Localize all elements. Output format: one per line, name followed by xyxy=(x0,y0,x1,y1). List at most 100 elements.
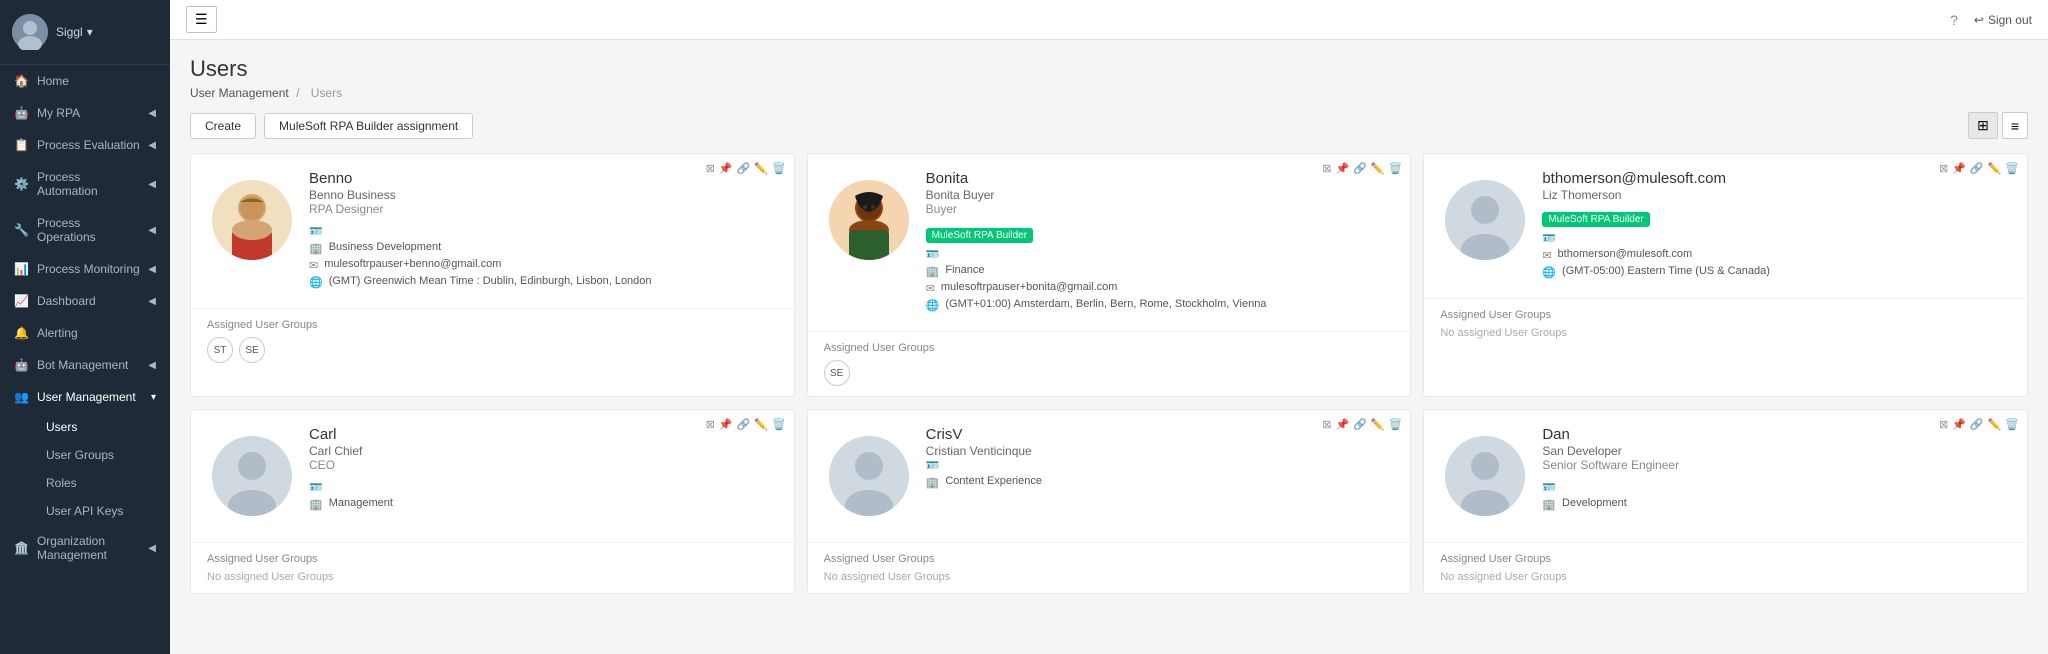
delete-icon[interactable]: 🗑️ xyxy=(2005,418,2019,431)
main-area: ☰ ? ↩ Sign out Users User Management / U… xyxy=(170,0,2048,654)
id-icon: 🪪 xyxy=(926,248,940,261)
edit-icon[interactable]: ✏️ xyxy=(1371,418,1385,431)
topbar: ☰ ? ↩ Sign out xyxy=(170,0,2048,40)
filter-icon[interactable]: ⊠ xyxy=(706,418,715,431)
filter-icon[interactable]: ⊠ xyxy=(1322,418,1331,431)
building-icon: 🏢 xyxy=(926,265,940,278)
user-org-bthomerson: Liz Thomerson xyxy=(1542,188,2011,202)
sidebar-item-process-automation[interactable]: ⚙️ Process Automation ◀ xyxy=(0,161,170,207)
mulesoft-badge-bthomerson: MuleSoft RPA Builder xyxy=(1542,212,1649,227)
pin-icon[interactable]: 📌 xyxy=(1952,418,1966,431)
user-email-bonita: ✉ mulesoftrpauser+bonita@gmail.com xyxy=(926,281,1395,295)
sidebar-username: Siggl ▾ xyxy=(56,25,93,39)
chevron-icon: ◀ xyxy=(148,264,156,275)
monitoring-icon: 📊 xyxy=(14,262,29,276)
list-view-button[interactable]: ≡ xyxy=(2002,112,2028,139)
card-footer-dan: Assigned User Groups No assigned User Gr… xyxy=(1424,542,2027,593)
filter-icon[interactable]: ⊠ xyxy=(1939,162,1948,175)
card-info-crisv: CrisV Cristian Venticinque 🪪 🏢 Content E… xyxy=(926,426,1395,526)
user-timezone-bthomerson: 🌐 (GMT-05:00) Eastern Time (US & Canada) xyxy=(1542,265,2011,279)
no-groups-dan: No assigned User Groups xyxy=(1440,571,2011,583)
create-button[interactable]: Create xyxy=(190,113,256,139)
breadcrumb-parent[interactable]: User Management xyxy=(190,86,289,100)
pin-icon[interactable]: 📌 xyxy=(719,162,733,175)
sidebar-item-dashboard[interactable]: 📈 Dashboard ◀ xyxy=(0,285,170,317)
link-icon[interactable]: 🔗 xyxy=(1353,162,1367,175)
card-footer-bthomerson: Assigned User Groups No assigned User Gr… xyxy=(1424,298,2027,349)
delete-icon[interactable]: 🗑️ xyxy=(772,418,786,431)
avatar-img-bonita xyxy=(829,180,909,260)
link-icon[interactable]: 🔗 xyxy=(1353,418,1367,431)
edit-icon[interactable]: ✏️ xyxy=(1988,162,2002,175)
edit-icon[interactable]: ✏️ xyxy=(754,162,768,175)
automation-icon: ⚙️ xyxy=(14,177,29,191)
sidebar-item-user-api-keys[interactable]: User API Keys xyxy=(32,497,170,525)
filter-icon[interactable]: ⊠ xyxy=(1939,418,1948,431)
sidebar-item-user-management[interactable]: 👥 User Management ▾ xyxy=(0,381,170,413)
sidebar: Siggl ▾ 🏠 Home 🤖 My RPA ◀ 📋 Process Eval… xyxy=(0,0,170,654)
globe-icon: 🌐 xyxy=(309,276,323,289)
filter-icon[interactable]: ⊠ xyxy=(706,162,715,175)
breadcrumb: User Management / Users xyxy=(190,86,2028,100)
id-icon: 🪪 xyxy=(1542,481,1556,494)
edit-icon[interactable]: ✏️ xyxy=(754,418,768,431)
card-avatar-carl xyxy=(207,426,297,526)
assigned-groups-label: Assigned User Groups xyxy=(1440,553,2011,565)
user-id-dan: 🪪 xyxy=(1542,480,2011,494)
assigned-groups-label: Assigned User Groups xyxy=(207,553,778,565)
avatar-img-crisv xyxy=(829,436,909,516)
card-toolbar-benno: ⊠ 📌 🔗 ✏️ 🗑️ xyxy=(706,162,786,175)
link-icon[interactable]: 🔗 xyxy=(737,418,751,431)
sidebar-item-alerting[interactable]: 🔔 Alerting xyxy=(0,317,170,349)
group-badge-st[interactable]: ST xyxy=(207,337,233,363)
edit-icon[interactable]: ✏️ xyxy=(1371,162,1385,175)
pin-icon[interactable]: 📌 xyxy=(719,418,733,431)
sidebar-item-process-monitoring[interactable]: 📊 Process Monitoring ◀ xyxy=(0,253,170,285)
user-card-crisv: ⊠ 📌 🔗 ✏️ 🗑️ xyxy=(807,409,1412,594)
action-bar: Create MuleSoft RPA Builder assignment ⊞… xyxy=(190,112,2028,139)
sidebar-item-my-rpa[interactable]: 🤖 My RPA ◀ xyxy=(0,97,170,129)
sidebar-item-users[interactable]: Users xyxy=(32,413,170,441)
sign-out-button[interactable]: ↩ Sign out xyxy=(1974,13,2032,27)
pin-icon[interactable]: 📌 xyxy=(1336,162,1350,175)
user-dept-bonita: 🏢 Finance xyxy=(926,264,1395,278)
sidebar-item-user-groups[interactable]: User Groups xyxy=(32,441,170,469)
card-avatar-bthomerson xyxy=(1440,170,1530,270)
sidebar-item-roles[interactable]: Roles xyxy=(32,469,170,497)
delete-icon[interactable]: 🗑️ xyxy=(2005,162,2019,175)
view-toggle: ⊞ ≡ xyxy=(1968,112,2028,139)
mulesoft-assignment-button[interactable]: MuleSoft RPA Builder assignment xyxy=(264,113,473,139)
link-icon[interactable]: 🔗 xyxy=(1970,162,1984,175)
card-footer-bonita: Assigned User Groups SE xyxy=(808,331,1411,396)
card-body-crisv: CrisV Cristian Venticinque 🪪 🏢 Content E… xyxy=(808,410,1411,542)
group-badge-se[interactable]: SE xyxy=(239,337,265,363)
link-icon[interactable]: 🔗 xyxy=(737,162,751,175)
sidebar-item-bot-management[interactable]: 🤖 Bot Management ◀ xyxy=(0,349,170,381)
sidebar-item-process-operations[interactable]: 🔧 Process Operations ◀ xyxy=(0,207,170,253)
delete-icon[interactable]: 🗑️ xyxy=(772,162,786,175)
card-toolbar-crisv: ⊠ 📌 🔗 ✏️ 🗑️ xyxy=(1322,418,1402,431)
user-dept-crisv: 🏢 Content Experience xyxy=(926,475,1395,489)
menu-toggle-button[interactable]: ☰ xyxy=(186,6,217,33)
building-icon: 🏢 xyxy=(309,498,323,511)
sidebar-item-home[interactable]: 🏠 Home xyxy=(0,65,170,97)
grid-view-button[interactable]: ⊞ xyxy=(1968,112,1998,139)
edit-icon[interactable]: ✏️ xyxy=(1988,418,2002,431)
link-icon[interactable]: 🔗 xyxy=(1970,418,1984,431)
pin-icon[interactable]: 📌 xyxy=(1336,418,1350,431)
user-mgmt-icon: 👥 xyxy=(14,390,29,404)
id-icon: 🪪 xyxy=(309,225,323,238)
user-email-bthomerson: ✉ bthomerson@mulesoft.com xyxy=(1542,248,2011,262)
pin-icon[interactable]: 📌 xyxy=(1952,162,1966,175)
sidebar-item-process-evaluation[interactable]: 📋 Process Evaluation ◀ xyxy=(0,129,170,161)
delete-icon[interactable]: 🗑️ xyxy=(1389,418,1403,431)
card-info-bonita: Bonita Bonita Buyer Buyer MuleSoft RPA B… xyxy=(926,170,1395,315)
filter-icon[interactable]: ⊠ xyxy=(1322,162,1331,175)
sidebar-nav: 🏠 Home 🤖 My RPA ◀ 📋 Process Evaluation ◀… xyxy=(0,65,170,654)
user-id-carl: 🪪 xyxy=(309,480,778,494)
delete-icon[interactable]: 🗑️ xyxy=(1389,162,1403,175)
bot-icon: 🤖 xyxy=(14,358,29,372)
group-badge-se[interactable]: SE xyxy=(824,360,850,386)
sidebar-item-org-management[interactable]: 🏛️ Organization Management ◀ xyxy=(0,525,170,571)
help-icon[interactable]: ? xyxy=(1950,12,1958,28)
